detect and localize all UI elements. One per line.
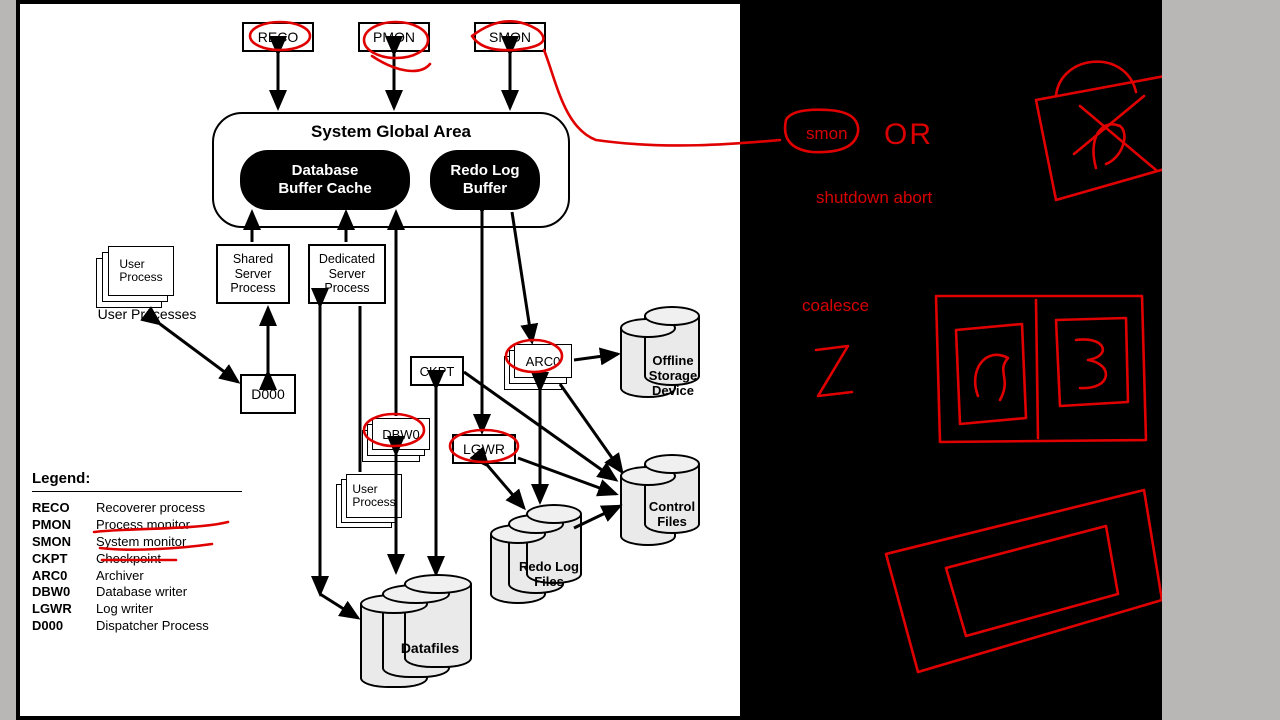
datafiles-label: Datafiles: [380, 640, 480, 656]
reco-label: RECO: [258, 29, 298, 45]
legend-row: LGWRLog writer: [32, 601, 242, 618]
user-process-box: User Process: [108, 246, 174, 296]
offline-storage-label: Offline Storage Device: [628, 354, 718, 399]
redo-log-buffer: Redo Log Buffer: [430, 150, 540, 210]
smon-box: SMON: [474, 22, 546, 52]
architecture-diagram: RECO PMON SMON System Global Area Databa…: [20, 4, 740, 716]
dbw0-box: DBW0: [372, 418, 430, 450]
legend-row: PMONProcess monitor: [32, 517, 242, 534]
sga-container: System Global Area Database Buffer Cache…: [212, 112, 570, 228]
ann-shutdown: shutdown abort: [816, 188, 932, 208]
ann-coalesce: coalesce: [802, 296, 869, 316]
pmon-label: PMON: [373, 29, 415, 45]
ckpt-label: CKPT: [420, 364, 455, 379]
reco-box: RECO: [242, 22, 314, 52]
lgwr-label: LGWR: [463, 441, 505, 457]
control-files-label: Control Files: [632, 500, 712, 530]
stage-canvas: RECO PMON SMON System Global Area Databa…: [16, 0, 1162, 720]
shared-server-box: Shared Server Process: [216, 244, 290, 304]
legend-row: DBW0Database writer: [32, 584, 242, 601]
legend-row: D000Dispatcher Process: [32, 618, 242, 635]
user-processes-caption: User Processes: [82, 306, 212, 322]
redo-log-label: Redo Log Files: [504, 560, 594, 590]
ann-smon: smon: [806, 124, 848, 144]
lgwr-box: LGWR: [452, 434, 516, 464]
db-buffer-cache: Database Buffer Cache: [240, 150, 410, 210]
smon-label: SMON: [489, 29, 531, 45]
d000-box: D000: [240, 374, 296, 414]
user-process-small-box: User Process: [346, 474, 402, 518]
ckpt-box: CKPT: [410, 356, 464, 386]
legend-title: Legend:: [32, 470, 242, 487]
legend-row: CKPTCheckpoint: [32, 551, 242, 568]
legend-row: RECORecoverer process: [32, 500, 242, 517]
ann-or: OR: [884, 118, 933, 152]
sga-title: System Global Area: [214, 122, 568, 142]
dedicated-server-box: Dedicated Server Process: [308, 244, 386, 304]
legend-row: ARC0Archiver: [32, 568, 242, 585]
d000-label: D000: [251, 386, 284, 402]
legend: Legend: RECORecoverer process PMONProces…: [32, 470, 242, 635]
legend-row: SMONSystem monitor: [32, 534, 242, 551]
pmon-box: PMON: [358, 22, 430, 52]
arc0-box: ARC0: [514, 344, 572, 378]
